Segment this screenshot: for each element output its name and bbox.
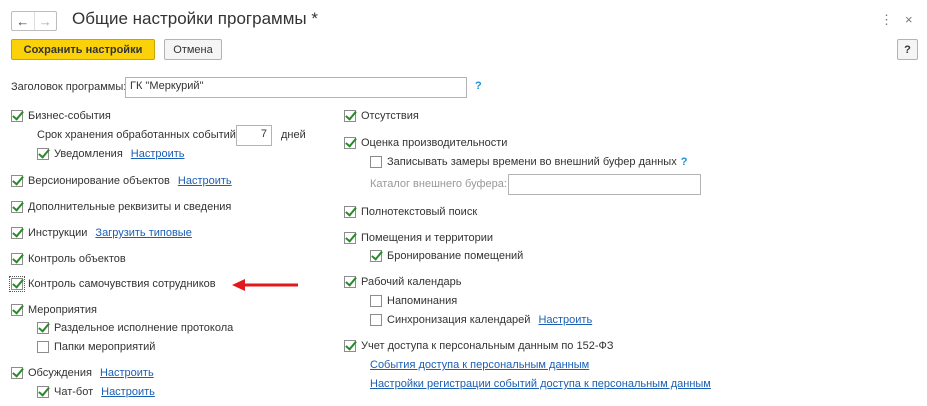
buffer-catalog-input[interactable]	[508, 174, 701, 195]
wellbeing-control-label: Контроль самочувствия сотрудников	[28, 278, 216, 290]
empty-checkbox-icon	[37, 341, 49, 353]
separate-protocol-label: Раздельное исполнение протокола	[54, 322, 234, 334]
check-icon	[37, 148, 49, 160]
events-checkbox[interactable]: Мероприятия	[11, 304, 97, 316]
pd-events-link[interactable]: События доступа к персональным данным	[370, 359, 589, 371]
reminders-checkbox[interactable]: Напоминания	[370, 295, 457, 307]
calendar-sync-checkbox[interactable]: Синхронизация календарей Настроить	[370, 314, 592, 326]
versioning-checkbox[interactable]: Версионирование объектов Настроить	[11, 175, 232, 187]
reminders-label: Напоминания	[387, 295, 458, 307]
notifications-configure-link[interactable]: Настроить	[131, 148, 185, 160]
check-icon	[11, 227, 23, 239]
instructions-checkbox[interactable]: Инструкции Загрузить типовые	[11, 227, 192, 239]
check-icon	[11, 110, 23, 122]
room-booking-checkbox[interactable]: Бронирование помещений	[370, 250, 523, 262]
check-icon	[11, 175, 23, 187]
calendar-sync-label: Синхронизация календарей	[387, 314, 531, 326]
check-icon	[344, 110, 356, 122]
retention-unit: дней	[281, 129, 306, 141]
premises-label: Помещения и территории	[361, 232, 494, 244]
cancel-button[interactable]: Отмена	[164, 39, 222, 60]
check-icon	[11, 253, 23, 265]
check-icon	[9, 276, 25, 292]
absences-checkbox[interactable]: Отсутствия	[344, 110, 419, 122]
check-icon	[11, 201, 23, 213]
notifications-checkbox[interactable]: Уведомления Настроить	[37, 148, 185, 160]
check-icon	[11, 304, 23, 316]
help-button[interactable]: ?	[897, 39, 918, 60]
more-icon[interactable]: ⋮	[880, 12, 893, 28]
check-icon	[344, 232, 356, 244]
retention-label: Срок хранения обработанных событий:	[37, 129, 240, 141]
page-title: Общие настройки программы *	[72, 9, 318, 28]
chatbot-label: Чат-бот	[54, 386, 94, 398]
pd-settings-link[interactable]: Настройки регистрации событий доступа к …	[370, 378, 711, 390]
versioning-configure-link[interactable]: Настроить	[178, 175, 232, 187]
business-events-checkbox[interactable]: Бизнес-события	[11, 110, 111, 122]
separate-protocol-checkbox[interactable]: Раздельное исполнение протокола	[37, 322, 233, 334]
absences-label: Отсутствия	[361, 110, 419, 122]
instructions-label: Инструкции	[28, 227, 88, 239]
events-folders-checkbox[interactable]: Папки мероприятий	[37, 341, 155, 353]
work-calendar-checkbox[interactable]: Рабочий календарь	[344, 276, 462, 288]
events-folders-label: Папки мероприятий	[54, 341, 156, 353]
write-measurements-label: Записывать замеры времени во внешний буф…	[387, 156, 677, 168]
write-measurements-checkbox[interactable]: Записывать замеры времени во внешний буф…	[370, 156, 687, 168]
program-title-help-icon[interactable]: ?	[475, 80, 482, 92]
discussions-label: Обсуждения	[28, 367, 92, 379]
chatbot-configure-link[interactable]: Настроить	[101, 386, 155, 398]
chatbot-checkbox[interactable]: Чат-бот Настроить	[37, 386, 155, 398]
check-icon	[370, 250, 382, 262]
premises-checkbox[interactable]: Помещения и территории	[344, 232, 493, 244]
notifications-label: Уведомления	[54, 148, 123, 160]
empty-checkbox-icon	[370, 156, 382, 168]
retention-input[interactable]: 7	[236, 125, 272, 146]
empty-checkbox-icon	[370, 295, 382, 307]
fulltext-label: Полнотекстовый поиск	[361, 206, 478, 218]
events-label: Мероприятия	[28, 304, 97, 316]
versioning-label: Версионирование объектов	[28, 175, 170, 187]
objects-control-checkbox[interactable]: Контроль объектов	[11, 253, 126, 265]
objects-control-label: Контроль объектов	[28, 253, 126, 265]
fulltext-checkbox[interactable]: Полнотекстовый поиск	[344, 206, 477, 218]
work-calendar-label: Рабочий календарь	[361, 276, 462, 288]
back-icon[interactable]: ←	[12, 12, 34, 30]
buffer-catalog-label: Каталог внешнего буфера:	[370, 178, 507, 190]
performance-label: Оценка производительности	[361, 137, 508, 149]
calendar-sync-configure-link[interactable]: Настроить	[538, 314, 592, 326]
check-icon	[37, 322, 49, 334]
check-icon	[344, 340, 356, 352]
program-title-label: Заголовок программы:	[11, 81, 127, 93]
instructions-load-link[interactable]: Загрузить типовые	[95, 227, 191, 239]
additional-attrs-checkbox[interactable]: Дополнительные реквизиты и сведения	[11, 201, 231, 213]
forward-icon[interactable]: →	[33, 12, 57, 30]
save-button[interactable]: Сохранить настройки	[11, 39, 155, 60]
check-icon	[344, 276, 356, 288]
check-icon	[11, 367, 23, 379]
check-icon	[344, 206, 356, 218]
program-title-input[interactable]: ГК "Меркурий"	[125, 77, 467, 98]
performance-checkbox[interactable]: Оценка производительности	[344, 137, 507, 149]
close-icon[interactable]: ×	[905, 12, 913, 27]
additional-attrs-label: Дополнительные реквизиты и сведения	[28, 201, 232, 213]
discussions-checkbox[interactable]: Обсуждения Настроить	[11, 367, 154, 379]
check-icon	[37, 386, 49, 398]
room-booking-label: Бронирование помещений	[387, 250, 524, 262]
business-events-label: Бизнес-события	[28, 110, 111, 122]
empty-checkbox-icon	[370, 314, 382, 326]
wellbeing-control-checkbox[interactable]: Контроль самочувствия сотрудников	[9, 276, 216, 292]
red-arrow-icon	[232, 279, 298, 291]
discussions-configure-link[interactable]: Настроить	[100, 367, 154, 379]
personal-data-label: Учет доступа к персональным данным по 15…	[361, 340, 614, 352]
write-help-icon[interactable]: ?	[681, 156, 688, 168]
personal-data-checkbox[interactable]: Учет доступа к персональным данным по 15…	[344, 340, 614, 352]
check-icon	[344, 137, 356, 149]
nav-buttons: ← →	[11, 11, 57, 31]
